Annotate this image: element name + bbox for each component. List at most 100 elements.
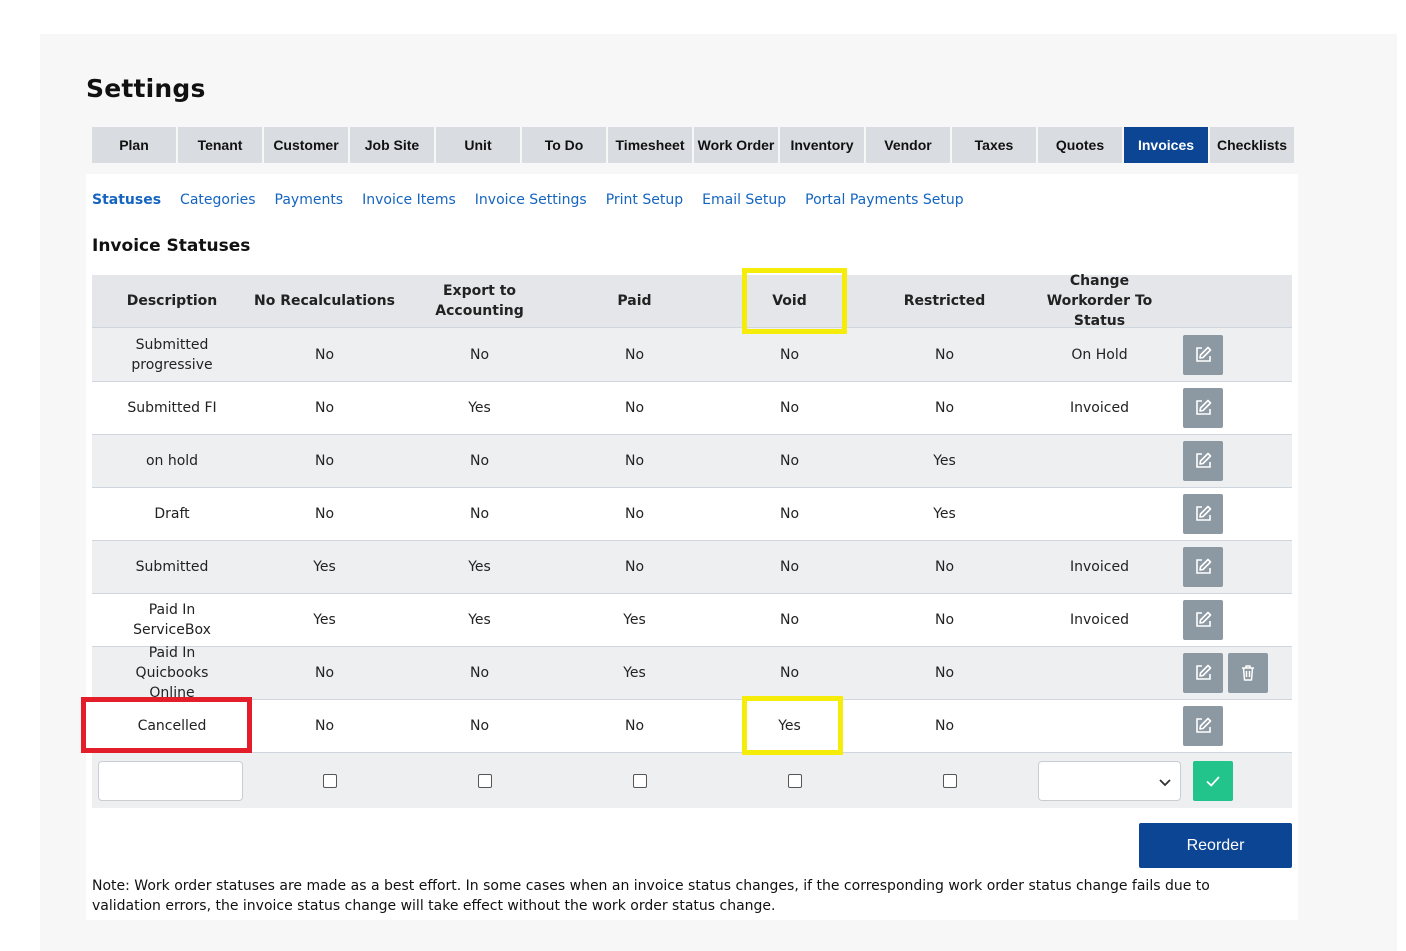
subnav-email-setup[interactable]: Email Setup [702, 192, 786, 212]
row-actions [1182, 547, 1292, 587]
tab-unit[interactable]: Unit [436, 127, 520, 163]
table-body: Submitted progressive No No No No No On Hold Su… [92, 328, 1292, 753]
edit-icon [1196, 399, 1212, 415]
edit-status-button[interactable] [1183, 600, 1223, 640]
new-no-recalc-cell [252, 773, 407, 788]
cell-no-recalculations: No [314, 453, 335, 469]
tab-checklists[interactable]: Checklists [1210, 127, 1294, 163]
cell-description: Submitted FI [127, 400, 217, 416]
void-header-highlight [742, 268, 847, 334]
tab-label: Inventory [790, 137, 854, 153]
new-void-checkbox[interactable] [787, 773, 802, 788]
new-export-checkbox[interactable] [477, 773, 492, 788]
tab-label: Vendor [884, 137, 932, 153]
edit-icon [1196, 558, 1212, 574]
cell-void: No [779, 559, 800, 575]
edit-icon [1196, 664, 1212, 680]
row-actions [1182, 441, 1292, 481]
new-restricted-checkbox[interactable] [942, 773, 957, 788]
reorder-button[interactable]: Reorder [1139, 823, 1292, 868]
header-no-recalculations: No Recalculations [254, 293, 395, 309]
tab-work-order[interactable]: Work Order [694, 127, 778, 163]
tab-label: Customer [273, 137, 339, 153]
cell-no-recalculations: No [314, 346, 335, 363]
table-row: Paid In Quicbooks Online No No Yes No No [92, 645, 1292, 701]
cell-export: No [469, 665, 490, 681]
page-title: Settings [86, 74, 206, 103]
cell-paid: Yes [623, 665, 646, 681]
tab-invoices[interactable]: Invoices [1124, 127, 1208, 163]
cell-no-recalculations: No [314, 718, 335, 734]
cell-export: No [469, 718, 490, 734]
cell-paid: No [624, 453, 645, 469]
cell-change-workorder-status: Invoiced [1070, 612, 1129, 628]
confirm-new-status-button[interactable] [1193, 760, 1233, 801]
edit-status-button[interactable] [1183, 334, 1223, 375]
cell-void: No [779, 665, 800, 681]
edit-icon [1196, 717, 1212, 733]
change-workorder-status-select[interactable] [1038, 760, 1181, 801]
cell-paid: No [624, 559, 645, 575]
edit-status-button[interactable] [1183, 494, 1223, 534]
tab-customer[interactable]: Customer [264, 127, 348, 163]
cell-description: Submitted progressive [131, 336, 213, 373]
edit-status-button[interactable] [1183, 547, 1223, 587]
tab-quotes[interactable]: Quotes [1038, 127, 1122, 163]
cell-export: Yes [468, 559, 491, 575]
edit-status-button[interactable] [1183, 653, 1223, 693]
new-paid-checkbox[interactable] [632, 773, 647, 788]
cancelled-description-highlight [81, 697, 252, 753]
new-description-input[interactable] [98, 760, 243, 801]
tab-timesheet[interactable]: Timesheet [608, 127, 692, 163]
cell-void: No [779, 400, 800, 416]
invoice-statuses-table: Description No Recalculations Export to … [92, 273, 1292, 808]
subnav-categories[interactable]: Categories [180, 192, 255, 212]
row-actions [1182, 388, 1292, 428]
delete-status-button[interactable] [1228, 653, 1268, 693]
tab-to-do[interactable]: To Do [522, 127, 606, 163]
subnav-portal-payments-setup[interactable]: Portal Payments Setup [805, 192, 963, 212]
tab-label: Timesheet [615, 137, 685, 153]
row-actions [1182, 653, 1292, 693]
edit-status-button[interactable] [1183, 706, 1223, 746]
cell-no-recalculations: Yes [313, 612, 336, 628]
tab-taxes[interactable]: Taxes [952, 127, 1036, 163]
edit-icon [1196, 505, 1212, 521]
tab-label: Checklists [1216, 137, 1288, 153]
cell-export: No [469, 453, 490, 469]
cell-change-workorder-status: On Hold [1071, 346, 1128, 363]
cell-restricted: Yes [933, 453, 956, 469]
row-actions [1182, 494, 1292, 534]
settings-tabs: Plan Tenant Customer Job Site Unit To Do… [92, 127, 1296, 163]
cell-no-recalculations: No [314, 506, 335, 522]
subnav-invoice-items[interactable]: Invoice Items [362, 192, 456, 212]
new-no-recalculations-checkbox[interactable] [322, 773, 337, 788]
cell-export: No [469, 346, 490, 363]
cell-restricted: No [934, 559, 955, 575]
subnav-statuses[interactable]: Statuses [92, 192, 161, 212]
section-title: Invoice Statuses [92, 236, 251, 256]
tab-tenant[interactable]: Tenant [178, 127, 262, 163]
tab-label: Taxes [974, 137, 1014, 153]
workorder-status-note: Note: Work order statuses are made as a … [92, 878, 1210, 914]
edit-status-button[interactable] [1183, 388, 1223, 428]
row-actions [1182, 334, 1292, 375]
cell-restricted: Yes [933, 506, 956, 522]
tab-label: Invoices [1137, 137, 1195, 153]
cell-no-recalculations: Yes [313, 559, 336, 575]
edit-icon [1196, 611, 1212, 627]
header-change-workorder-status: Change Workorder To Status [1046, 273, 1153, 329]
tab-vendor[interactable]: Vendor [866, 127, 950, 163]
cell-description: Paid In Quicbooks Online [135, 645, 209, 701]
subnav-print-setup[interactable]: Print Setup [606, 192, 683, 212]
subnav-invoice-settings[interactable]: Invoice Settings [475, 192, 587, 212]
cell-paid: No [624, 718, 645, 734]
cell-no-recalculations: No [314, 665, 335, 681]
tab-plan[interactable]: Plan [92, 127, 176, 163]
row-actions [1182, 600, 1292, 640]
tab-inventory[interactable]: Inventory [780, 127, 864, 163]
edit-status-button[interactable] [1183, 441, 1223, 481]
tab-job-site[interactable]: Job Site [350, 127, 434, 163]
subnav-payments[interactable]: Payments [275, 192, 344, 212]
table-row: Submitted progressive No No No No No On Hold [92, 328, 1292, 382]
